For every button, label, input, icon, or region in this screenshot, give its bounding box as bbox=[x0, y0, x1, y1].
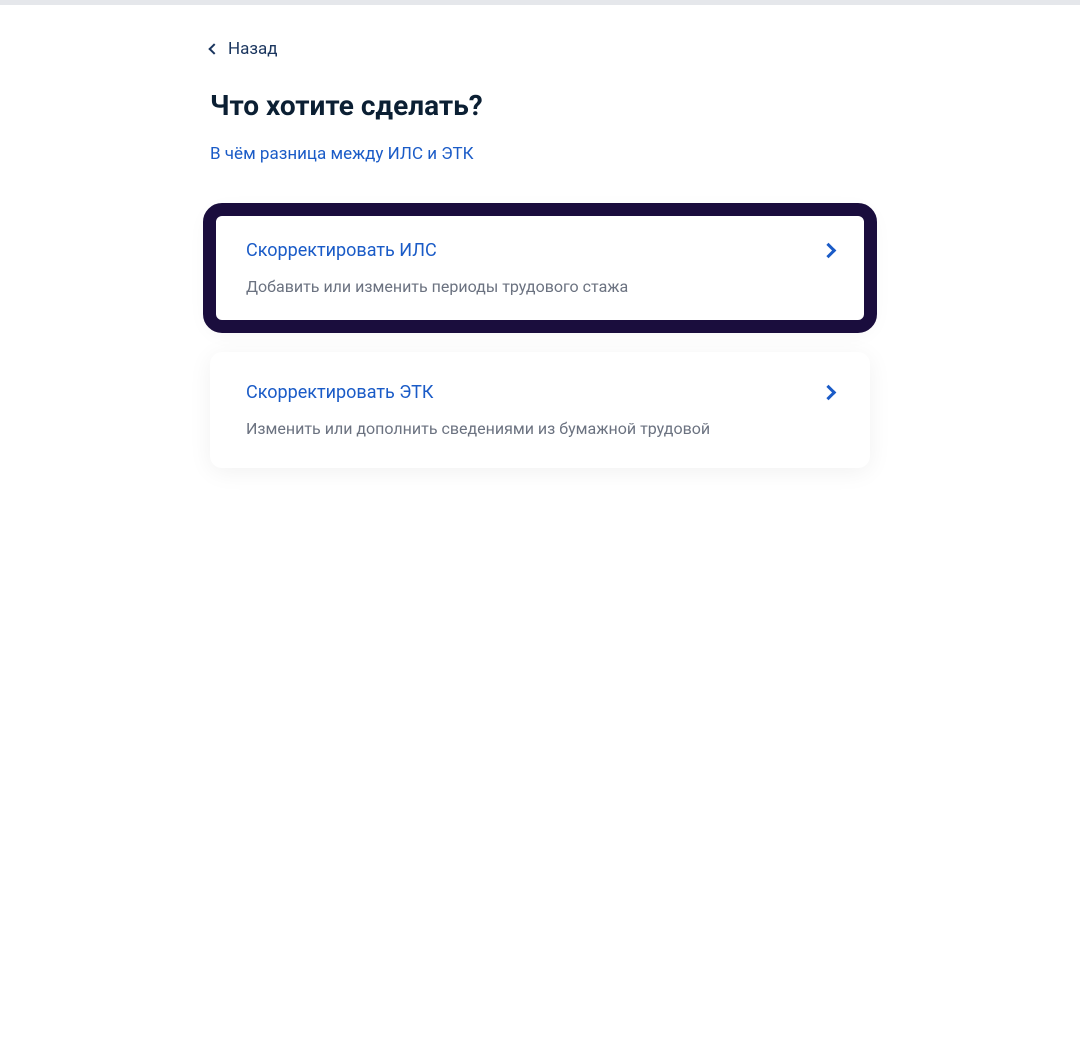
card-ils[interactable]: Скорректировать ИЛС Добавить или изменит… bbox=[210, 210, 870, 326]
card-header: Скорректировать ЭТК bbox=[246, 382, 834, 403]
card-description: Добавить или изменить периоды трудового … bbox=[246, 277, 834, 296]
card-title: Скорректировать ИЛС bbox=[246, 240, 437, 261]
info-link[interactable]: В чём разница между ИЛС и ЭТК bbox=[210, 144, 474, 164]
chevron-left-icon bbox=[208, 43, 219, 54]
card-etk[interactable]: Скорректировать ЭТК Изменить или дополни… bbox=[210, 352, 870, 468]
page-title: Что хотите сделать? bbox=[210, 89, 870, 122]
back-button[interactable]: Назад bbox=[210, 39, 278, 59]
chevron-right-icon bbox=[821, 243, 837, 259]
card-header: Скорректировать ИЛС bbox=[246, 240, 834, 261]
top-divider bbox=[0, 0, 1080, 5]
chevron-right-icon bbox=[821, 385, 837, 401]
card-title: Скорректировать ЭТК bbox=[246, 382, 433, 403]
cards-container: Скорректировать ИЛС Добавить или изменит… bbox=[210, 210, 870, 468]
main-container: Назад Что хотите сделать? В чём разница … bbox=[210, 0, 870, 468]
card-description: Изменить или дополнить сведениями из бум… bbox=[246, 419, 834, 438]
back-label: Назад bbox=[228, 39, 278, 59]
